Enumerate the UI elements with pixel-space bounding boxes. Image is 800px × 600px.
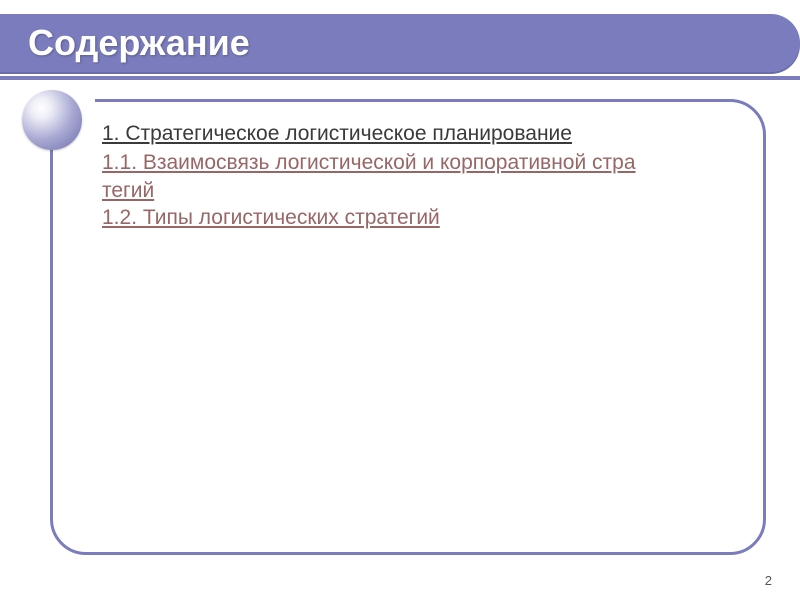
toc-link-1-1-line1: 1.1. Взаимосвязь логистической и корпора…: [102, 151, 636, 174]
toc-link-section-1-2[interactable]: 1.2. Типы логистических стратегий: [102, 204, 752, 231]
toc-content: 1. Стратегическое логистическое планиров…: [102, 120, 752, 231]
title-underline: [0, 76, 800, 80]
decorative-sphere-icon: [22, 90, 82, 150]
title-band: Содержание: [0, 14, 800, 72]
slide-title: Содержание: [28, 22, 250, 64]
toc-link-1-1-line2: тегий: [102, 179, 154, 202]
slide: Содержание 1. Стратегическое логистическ…: [0, 0, 800, 600]
page-number: 2: [765, 573, 772, 588]
toc-link-section-1-1[interactable]: 1.1. Взаимосвязь логистической и корпора…: [102, 149, 752, 204]
toc-link-section-1[interactable]: 1. Стратегическое логистическое планиров…: [102, 120, 752, 147]
